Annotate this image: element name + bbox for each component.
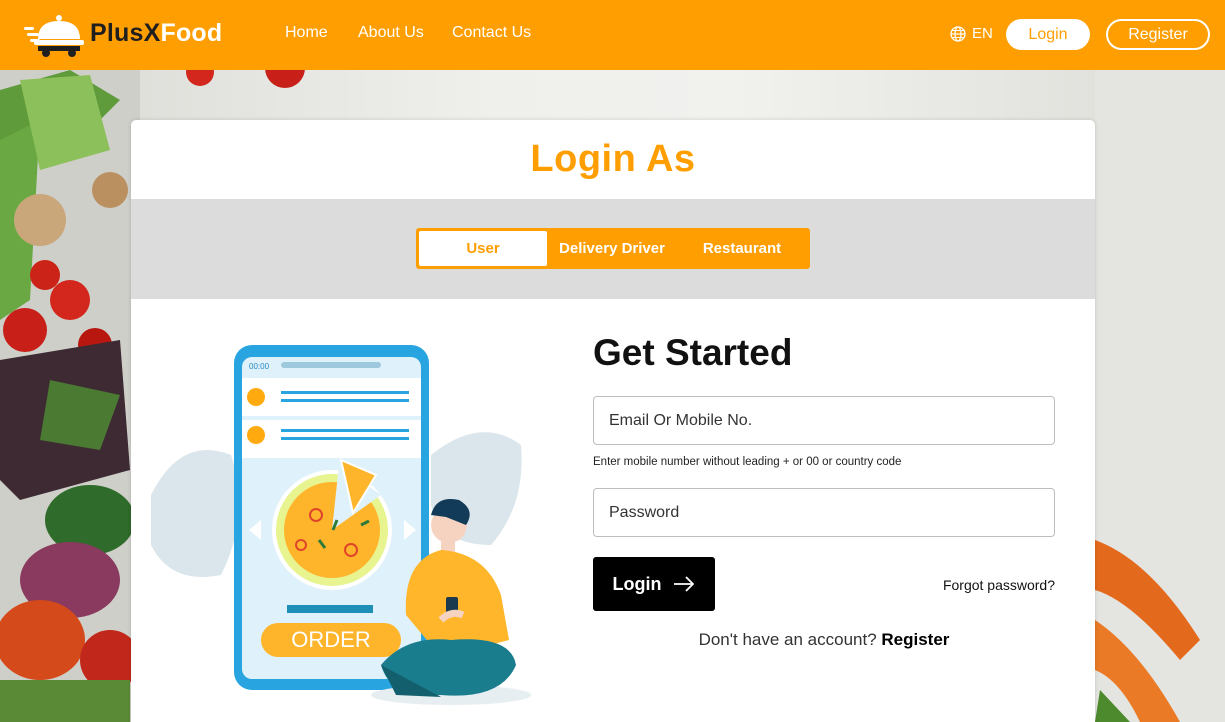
header-register-button[interactable]: Register <box>1106 19 1210 50</box>
register-link[interactable]: Register <box>881 630 949 649</box>
login-button[interactable]: Login <box>593 557 715 611</box>
login-button-label: Login <box>612 573 662 594</box>
tab-restaurant[interactable]: Restaurant <box>677 228 807 269</box>
brand-name-part1: PlusX <box>90 19 161 47</box>
language-selector[interactable]: EN <box>950 25 993 42</box>
role-tab-bar: User Delivery Driver Restaurant <box>131 199 1095 299</box>
no-account-text: Don't have an account? <box>698 630 877 649</box>
brand-name[interactable]: PlusXFood <box>90 19 222 48</box>
globe-icon <box>950 25 966 42</box>
food-order-illustration: 00:00 ORDER <box>151 345 531 705</box>
tab-delivery-driver[interactable]: Delivery Driver <box>547 228 677 269</box>
get-started-heading: Get Started <box>593 332 793 373</box>
forgot-password-link[interactable]: Forgot password? <box>911 577 1055 593</box>
role-tabs: User Delivery Driver Restaurant <box>416 228 810 269</box>
nav-about-link[interactable]: About Us <box>358 24 424 42</box>
card-title: Login As <box>530 138 696 180</box>
email-or-mobile-input[interactable] <box>593 396 1055 445</box>
password-input[interactable] <box>593 488 1055 537</box>
order-label: ORDER <box>291 627 370 652</box>
tab-user[interactable]: User <box>419 231 547 266</box>
email-hint-text: Enter mobile number without leading + or… <box>593 456 902 468</box>
signup-prompt: Don't have an account? Register <box>593 630 1055 650</box>
top-navbar: PlusXFood Home About Us Contact Us EN Lo… <box>0 0 1225 70</box>
nav-home-link[interactable]: Home <box>285 24 328 42</box>
brand-name-part2: Food <box>160 19 223 47</box>
nav-contact-link[interactable]: Contact Us <box>452 24 531 42</box>
login-card: Login As User Delivery Driver Restaurant… <box>131 120 1095 722</box>
phone-status-time: 00:00 <box>249 362 270 371</box>
header-login-button[interactable]: Login <box>1006 19 1090 50</box>
food-cloche-logo-icon[interactable] <box>24 12 84 58</box>
arrow-right-icon <box>674 576 695 592</box>
language-label: EN <box>972 25 993 42</box>
